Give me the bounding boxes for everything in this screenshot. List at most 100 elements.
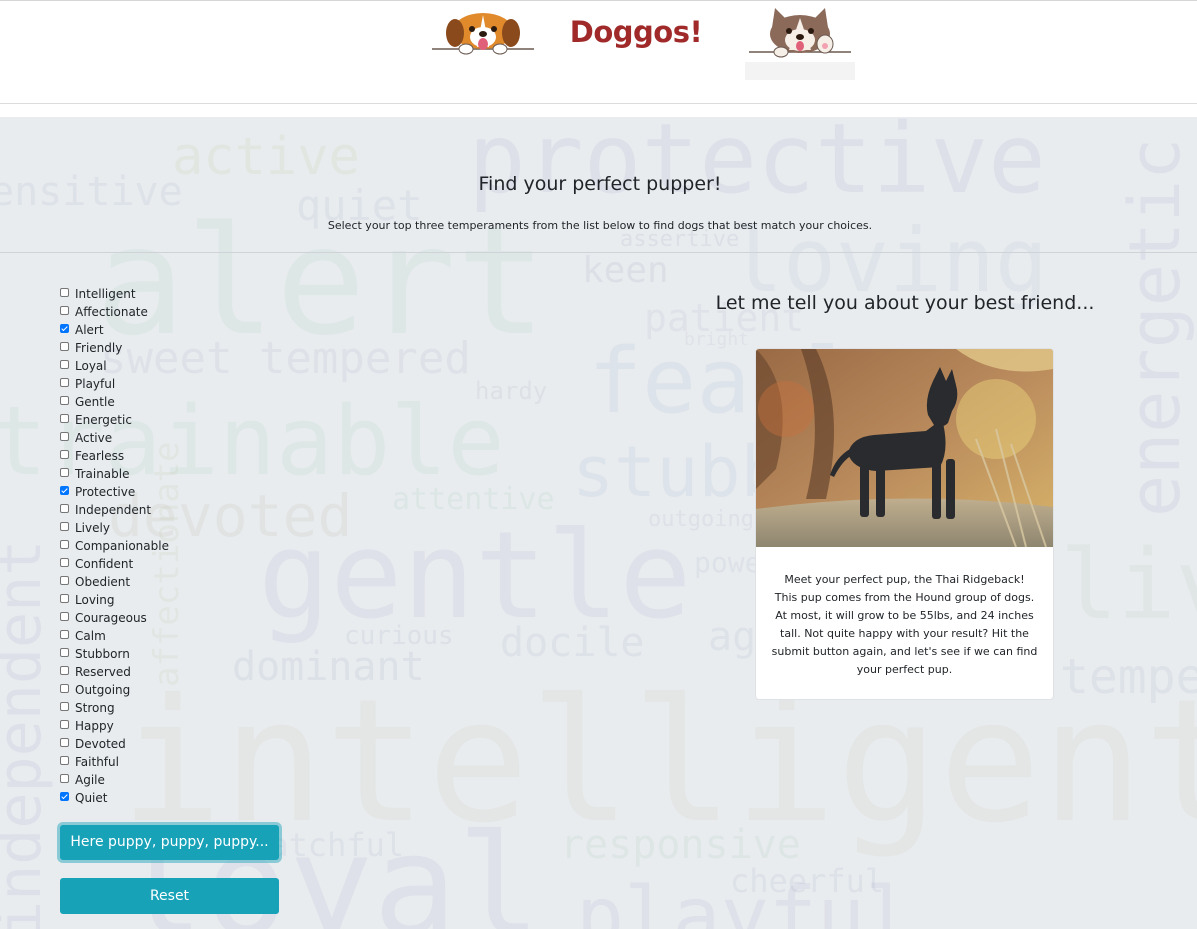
checkbox-label[interactable]: Fearless bbox=[75, 449, 124, 463]
checkbox[interactable] bbox=[60, 522, 69, 531]
checkbox[interactable] bbox=[60, 450, 69, 459]
word-cloud-word: assertive bbox=[620, 227, 740, 252]
checkbox[interactable] bbox=[60, 468, 69, 477]
temperament-option-agile[interactable]: Agile bbox=[60, 771, 260, 789]
checkbox-label[interactable]: Lively bbox=[75, 521, 110, 535]
checkbox-label[interactable]: Devoted bbox=[75, 737, 126, 751]
temperament-option-gentle[interactable]: Gentle bbox=[60, 393, 260, 411]
temperament-option-faithful[interactable]: Faithful bbox=[60, 753, 260, 771]
temperament-option-intelligent[interactable]: Intelligent bbox=[60, 285, 260, 303]
temperament-option-lively[interactable]: Lively bbox=[60, 519, 260, 537]
checkbox-label[interactable]: Outgoing bbox=[75, 683, 130, 697]
temperament-option-loving[interactable]: Loving bbox=[60, 591, 260, 609]
checkbox-label[interactable]: Reserved bbox=[75, 665, 131, 679]
checkbox-label[interactable]: Protective bbox=[75, 485, 135, 499]
temperament-option-outgoing[interactable]: Outgoing bbox=[60, 681, 260, 699]
checkbox-label[interactable]: Faithful bbox=[75, 755, 119, 769]
checkbox[interactable] bbox=[60, 486, 69, 495]
checkbox-label[interactable]: Courageous bbox=[75, 611, 147, 625]
temperament-option-stubborn[interactable]: Stubborn bbox=[60, 645, 260, 663]
temperament-option-active[interactable]: Active bbox=[60, 429, 260, 447]
checkbox-label[interactable]: Intelligent bbox=[75, 287, 136, 301]
checkbox-label[interactable]: Loyal bbox=[75, 359, 107, 373]
temperament-option-alert[interactable]: Alert bbox=[60, 321, 260, 339]
checkbox-label[interactable]: Alert bbox=[75, 323, 104, 337]
checkbox[interactable] bbox=[60, 324, 69, 333]
temperament-option-quiet[interactable]: Quiet bbox=[60, 789, 260, 807]
checkbox-label[interactable]: Companionable bbox=[75, 539, 169, 553]
page-subheading: Select your top three temperaments from … bbox=[327, 219, 873, 232]
checkbox-label[interactable]: Confident bbox=[75, 557, 133, 571]
checkbox[interactable] bbox=[60, 342, 69, 351]
checkbox[interactable] bbox=[60, 720, 69, 729]
checkbox[interactable] bbox=[60, 306, 69, 315]
checkbox-label[interactable]: Loving bbox=[75, 593, 114, 607]
checkbox[interactable] bbox=[60, 594, 69, 603]
checkbox[interactable] bbox=[60, 378, 69, 387]
checkbox-label[interactable]: Active bbox=[75, 431, 112, 445]
checkbox-label[interactable]: Stubborn bbox=[75, 647, 130, 661]
temperament-option-loyal[interactable]: Loyal bbox=[60, 357, 260, 375]
temperament-option-friendly[interactable]: Friendly bbox=[60, 339, 260, 357]
checkbox-label[interactable]: Energetic bbox=[75, 413, 132, 427]
checkbox[interactable] bbox=[60, 360, 69, 369]
checkbox[interactable] bbox=[60, 288, 69, 297]
temperament-option-devoted[interactable]: Devoted bbox=[60, 735, 260, 753]
checkbox[interactable] bbox=[60, 684, 69, 693]
checkbox[interactable] bbox=[60, 432, 69, 441]
temperament-option-calm[interactable]: Calm bbox=[60, 627, 260, 645]
temperament-option-reserved[interactable]: Reserved bbox=[60, 663, 260, 681]
checkbox-label[interactable]: Friendly bbox=[75, 341, 122, 355]
temperament-option-happy[interactable]: Happy bbox=[60, 717, 260, 735]
checkbox[interactable] bbox=[60, 504, 69, 513]
word-cloud-word: gentle bbox=[258, 507, 692, 646]
checkbox-label[interactable]: Gentle bbox=[75, 395, 115, 409]
checkbox[interactable] bbox=[60, 756, 69, 765]
temperament-option-strong[interactable]: Strong bbox=[60, 699, 260, 717]
checkbox[interactable] bbox=[60, 558, 69, 567]
site-title: Doggos! bbox=[569, 15, 703, 49]
checkbox-label[interactable]: Agile bbox=[75, 773, 105, 787]
temperament-option-courageous[interactable]: Courageous bbox=[60, 609, 260, 627]
word-cloud-word: outgoing bbox=[648, 507, 754, 532]
site-header: Doggos! bbox=[0, 1, 1197, 103]
checkbox[interactable] bbox=[60, 792, 69, 801]
checkbox-label[interactable]: Quiet bbox=[75, 791, 107, 805]
temperament-option-playful[interactable]: Playful bbox=[60, 375, 260, 393]
checkbox[interactable] bbox=[60, 576, 69, 585]
temperament-option-independent[interactable]: Independent bbox=[60, 501, 260, 519]
submit-button[interactable]: Here puppy, puppy, puppy... bbox=[60, 825, 279, 860]
temperament-option-obedient[interactable]: Obedient bbox=[60, 573, 260, 591]
checkbox[interactable] bbox=[60, 396, 69, 405]
checkbox[interactable] bbox=[60, 630, 69, 639]
temperament-option-trainable[interactable]: Trainable bbox=[60, 465, 260, 483]
temperament-list: Intelligent Affectionate Alert Friendly Loya… bbox=[60, 285, 260, 807]
word-cloud-word: ensitive bbox=[0, 169, 183, 215]
temperament-option-energetic[interactable]: Energetic bbox=[60, 411, 260, 429]
temperament-option-companionable[interactable]: Companionable bbox=[60, 537, 260, 555]
checkbox-label[interactable]: Playful bbox=[75, 377, 115, 391]
checkbox-label[interactable]: Affectionate bbox=[75, 305, 148, 319]
checkbox-label[interactable]: Trainable bbox=[75, 467, 129, 481]
checkbox-label[interactable]: Independent bbox=[75, 503, 151, 517]
checkbox-label[interactable]: Obedient bbox=[75, 575, 130, 589]
temperament-option-affectionate[interactable]: Affectionate bbox=[60, 303, 260, 321]
husky-logo-icon bbox=[745, 8, 855, 80]
checkbox[interactable] bbox=[60, 540, 69, 549]
result-card: Meet your perfect pup, the Thai Ridgebac… bbox=[755, 348, 1054, 700]
checkbox[interactable] bbox=[60, 702, 69, 711]
checkbox[interactable] bbox=[60, 666, 69, 675]
checkbox[interactable] bbox=[60, 738, 69, 747]
checkbox-label[interactable]: Calm bbox=[75, 629, 106, 643]
checkbox[interactable] bbox=[60, 648, 69, 657]
checkbox[interactable] bbox=[60, 774, 69, 783]
checkbox-label[interactable]: Strong bbox=[75, 701, 115, 715]
temperament-option-fearless[interactable]: Fearless bbox=[60, 447, 260, 465]
reset-button[interactable]: Reset bbox=[60, 878, 279, 914]
dog-photo bbox=[756, 349, 1053, 547]
checkbox-label[interactable]: Happy bbox=[75, 719, 114, 733]
checkbox[interactable] bbox=[60, 612, 69, 621]
temperament-option-confident[interactable]: Confident bbox=[60, 555, 260, 573]
checkbox[interactable] bbox=[60, 414, 69, 423]
temperament-option-protective[interactable]: Protective bbox=[60, 483, 260, 501]
